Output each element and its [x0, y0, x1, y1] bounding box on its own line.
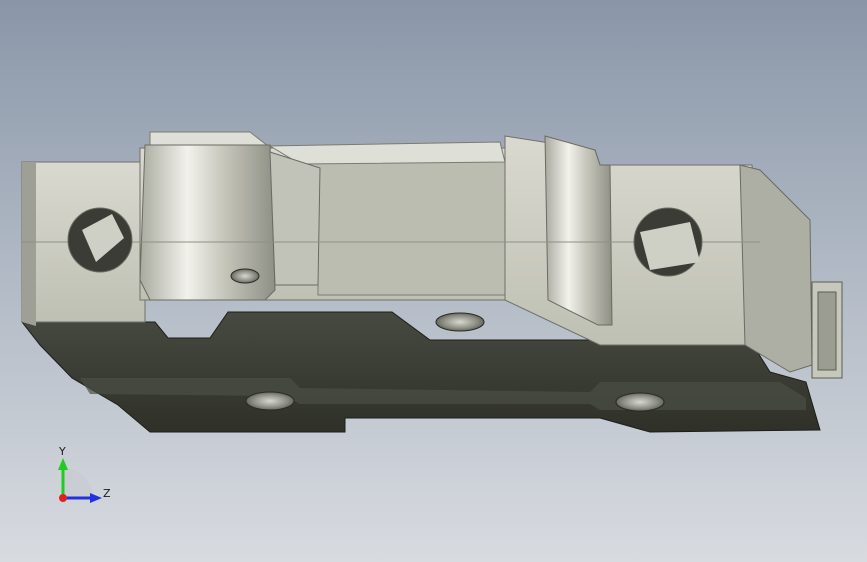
model-view[interactable]: Y Z [0, 0, 867, 562]
z-axis-label: Z [103, 487, 111, 500]
end-connector-inner [817, 291, 837, 371]
screw-hole-top[interactable] [435, 312, 485, 332]
screw-hole-right[interactable] [615, 392, 665, 412]
right-end-face [739, 164, 813, 373]
graphics-viewport[interactable]: Y Z [0, 0, 867, 562]
left-housing-side [22, 162, 36, 326]
triad-quarter-disc [63, 468, 93, 498]
z-axis-arrow-icon [90, 493, 102, 503]
lever-hole [230, 268, 260, 284]
x-axis-dot-icon [59, 494, 67, 502]
cad-part-body[interactable] [20, 131, 843, 433]
right-housing [504, 135, 761, 346]
right-cylinder [544, 135, 613, 326]
y-axis-arrow-icon [58, 458, 68, 470]
center-slot [299, 161, 506, 296]
coordinate-triad: Y Z [58, 445, 111, 503]
y-axis-label: Y [58, 445, 66, 458]
left-lever-face [269, 151, 321, 286]
screw-hole-left[interactable] [245, 391, 295, 411]
